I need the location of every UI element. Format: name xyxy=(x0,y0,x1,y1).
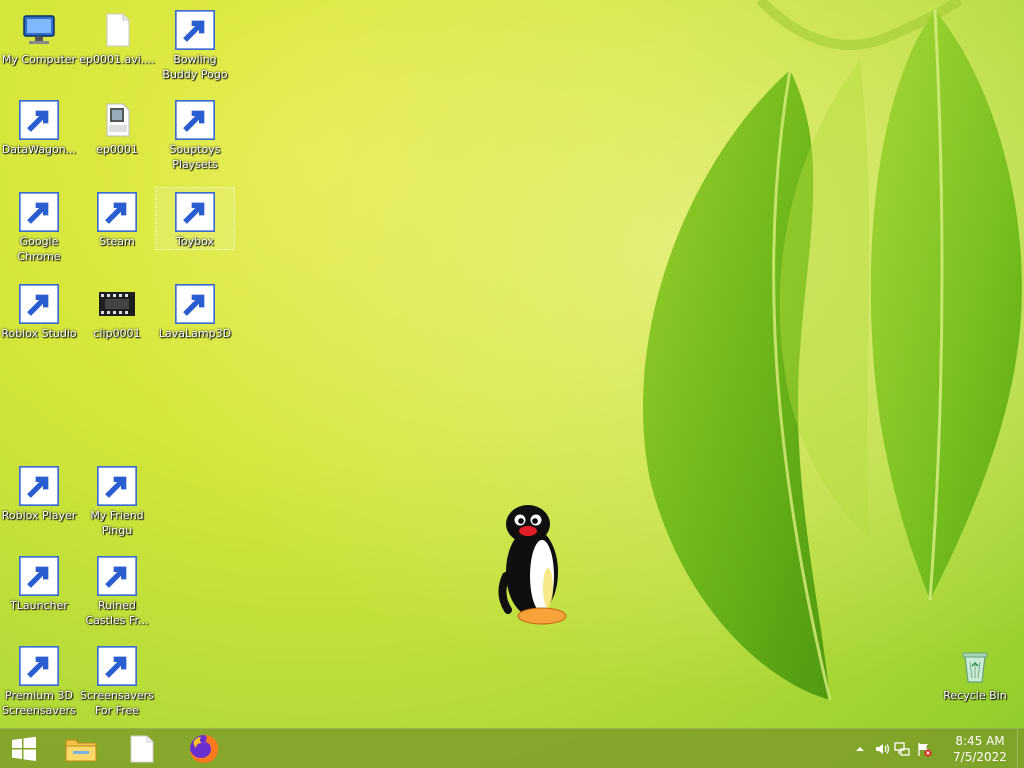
pingu-icon xyxy=(97,466,137,506)
show-desktop-button[interactable] xyxy=(1017,729,1024,768)
network-icon[interactable] xyxy=(894,741,910,757)
desktop-icon-ep0001[interactable]: ep0001 xyxy=(78,96,156,157)
shortcut-arrow-icon xyxy=(175,284,215,324)
taskbar-firefox-button[interactable] xyxy=(180,729,228,768)
desktop-icon-recycle-bin[interactable]: Recycle Bin xyxy=(936,642,1014,703)
roblox-player-icon xyxy=(19,466,59,506)
shortcut-arrow-icon xyxy=(97,646,137,686)
icon-label: Ruined Castles Fr... xyxy=(85,599,149,627)
lava-lamp-icon xyxy=(175,284,215,324)
taskbar-clock[interactable]: 8:45 AM 7/5/2022 xyxy=(950,733,1010,765)
blank-file-icon xyxy=(19,192,59,232)
shortcut-arrow-icon xyxy=(175,10,215,50)
icon-label: DataWagon... xyxy=(1,143,77,156)
shortcut-arrow-icon xyxy=(19,646,59,686)
icon-label: My Friend Pingu xyxy=(90,509,144,537)
desktop-icon-roblox-studio[interactable]: Roblox Studio xyxy=(0,280,78,341)
icon-label: LavaLamp3D xyxy=(158,327,232,340)
icon-label: Souptoys Playsets xyxy=(169,143,221,171)
desktop-icon-roblox-player[interactable]: Roblox Player xyxy=(0,462,78,523)
desktop-icon-toybox[interactable]: Toybox xyxy=(155,187,235,250)
volume-icon[interactable] xyxy=(874,741,890,757)
firefox-icon xyxy=(190,735,219,763)
shortcut-arrow-icon xyxy=(175,100,215,140)
taskbar: 8:45 AM 7/5/2022 xyxy=(0,728,1024,768)
roblox-studio-icon xyxy=(19,284,59,324)
desktop-icon-souptoys-playsets[interactable]: Souptoys Playsets xyxy=(156,96,234,172)
shortcut-arrow-icon xyxy=(97,556,137,596)
icon-label: Screensavers For Free xyxy=(80,689,154,717)
recycle-bin-icon xyxy=(955,646,995,686)
desktop-icon-my-computer[interactable]: My Computer xyxy=(0,6,78,67)
desktop-icon-screensavers-for-free[interactable]: Screensavers For Free xyxy=(78,642,156,718)
icon-label: TLauncher xyxy=(10,599,68,612)
icon-label: Recycle Bin xyxy=(943,689,1007,702)
icon-label: Google Chrome xyxy=(17,235,61,263)
blank-document-icon xyxy=(130,735,154,763)
desktop-icon-my-friend-pingu[interactable]: My Friend Pingu xyxy=(78,462,156,538)
desktop-icon-ruined-castles[interactable]: Ruined Castles Fr... xyxy=(78,552,156,628)
icon-label: clip0001 xyxy=(93,327,141,340)
blank-file-icon xyxy=(175,100,215,140)
desktop-icon-lavalamp3d[interactable]: LavaLamp3D xyxy=(156,280,234,341)
icon-label: Premium 3D Screensavers xyxy=(2,689,76,717)
toybox-icon xyxy=(175,192,215,232)
icon-label: Bowling Buddy Pogo xyxy=(162,53,228,81)
desktop[interactable]: My Computer DataWagon... Google Chrome R… xyxy=(0,0,1024,768)
desktop-icon-tlauncher[interactable]: TLauncher xyxy=(0,552,78,613)
system-tray: 8:45 AM 7/5/2022 xyxy=(844,729,1024,768)
desktop-icon-bowling-buddy-pogo[interactable]: Bowling Buddy Pogo xyxy=(156,6,234,82)
taskbar-document-button[interactable] xyxy=(118,729,166,768)
windows-start-icon xyxy=(12,736,36,761)
avi-file-icon xyxy=(97,100,137,140)
bowling-game-icon xyxy=(175,10,215,50)
icon-label: Roblox Studio xyxy=(1,327,77,340)
desktop-icon-clip0001[interactable]: clip0001 xyxy=(78,280,156,341)
shortcut-arrow-icon xyxy=(19,466,59,506)
file-explorer-icon xyxy=(65,739,97,762)
icon-label: Toybox xyxy=(176,235,214,248)
shortcut-arrow-icon xyxy=(175,192,215,232)
shortcut-arrow-icon xyxy=(19,556,59,596)
icon-label: Roblox Player xyxy=(1,509,77,522)
taskbar-file-explorer-button[interactable] xyxy=(56,729,106,768)
blank-file-icon xyxy=(97,10,137,50)
action-center-flag-icon[interactable] xyxy=(916,741,932,757)
shortcut-arrow-icon xyxy=(19,284,59,324)
video-clip-icon xyxy=(97,284,137,324)
show-hidden-icons-chevron[interactable] xyxy=(852,741,868,757)
datawagon-icon xyxy=(19,100,59,140)
clock-date: 7/5/2022 xyxy=(953,750,1007,764)
shortcut-arrow-icon xyxy=(19,100,59,140)
icon-label: My Computer xyxy=(1,53,77,66)
icon-label: ep0001.avi.... xyxy=(79,53,155,66)
steam-icon xyxy=(97,192,137,232)
clock-time: 8:45 AM xyxy=(955,734,1005,748)
computer-icon xyxy=(19,10,59,50)
monitor-icon xyxy=(97,646,137,686)
desktop-icon-premium-3d-screensavers[interactable]: Premium 3D Screensavers xyxy=(0,642,78,718)
icon-label: ep0001 xyxy=(96,143,138,156)
shortcut-arrow-icon xyxy=(19,192,59,232)
icon-label: Steam xyxy=(99,235,135,248)
desktop-icon-steam[interactable]: Steam xyxy=(78,188,156,249)
ruined-castles-icon xyxy=(97,556,137,596)
shortcut-arrow-icon xyxy=(97,466,137,506)
desktop-icon-datawagon[interactable]: DataWagon... xyxy=(0,96,78,157)
start-button[interactable] xyxy=(0,729,48,768)
tlauncher-icon xyxy=(19,556,59,596)
desktop-icon-ep0001-avi[interactable]: ep0001.avi.... xyxy=(78,6,156,67)
screensaver-icon xyxy=(19,646,59,686)
pingu-desktop-pet[interactable] xyxy=(496,502,572,628)
shortcut-arrow-icon xyxy=(97,192,137,232)
desktop-icon-google-chrome[interactable]: Google Chrome xyxy=(0,188,78,264)
